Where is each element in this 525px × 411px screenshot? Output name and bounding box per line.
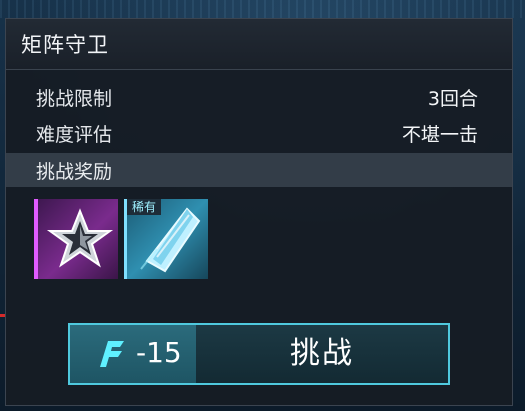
difficulty-label: 难度评估 xyxy=(36,124,113,146)
rarity-tag: 稀有 xyxy=(127,199,161,215)
challenge-limit-value: 3回合 xyxy=(427,88,478,110)
stage-title: 矩阵守卫 xyxy=(21,33,109,57)
challenge-limit-row: 挑战限制 3回合 xyxy=(36,82,478,112)
stamina-cost: -15 xyxy=(70,325,196,383)
challenge-limit-label: 挑战限制 xyxy=(36,88,113,110)
difficulty-value: 不堪一击 xyxy=(401,124,478,146)
reward-section-header: 挑战奖励 xyxy=(6,153,512,187)
silver-star-icon xyxy=(46,208,114,268)
reward-section-title: 挑战奖励 xyxy=(36,161,113,183)
stamina-icon xyxy=(100,341,124,367)
reward-item-crystal[interactable]: 稀有 xyxy=(124,199,208,279)
panel-header: 矩阵守卫 xyxy=(6,19,512,70)
challenge-button-label: 挑战 xyxy=(196,325,448,383)
game-scene: 矩阵守卫 挑战限制 3回合 难度评估 不堪一击 挑战奖励 稀有 -15 挑战 xyxy=(0,0,525,411)
stage-info-panel: 矩阵守卫 挑战限制 3回合 难度评估 不堪一击 挑战奖励 稀有 -15 挑战 xyxy=(5,18,513,406)
reward-item-star[interactable] xyxy=(34,199,118,279)
stamina-cost-value: -15 xyxy=(136,336,182,369)
difficulty-row: 难度评估 不堪一击 xyxy=(36,118,478,148)
challenge-button[interactable]: -15 挑战 xyxy=(68,323,450,385)
